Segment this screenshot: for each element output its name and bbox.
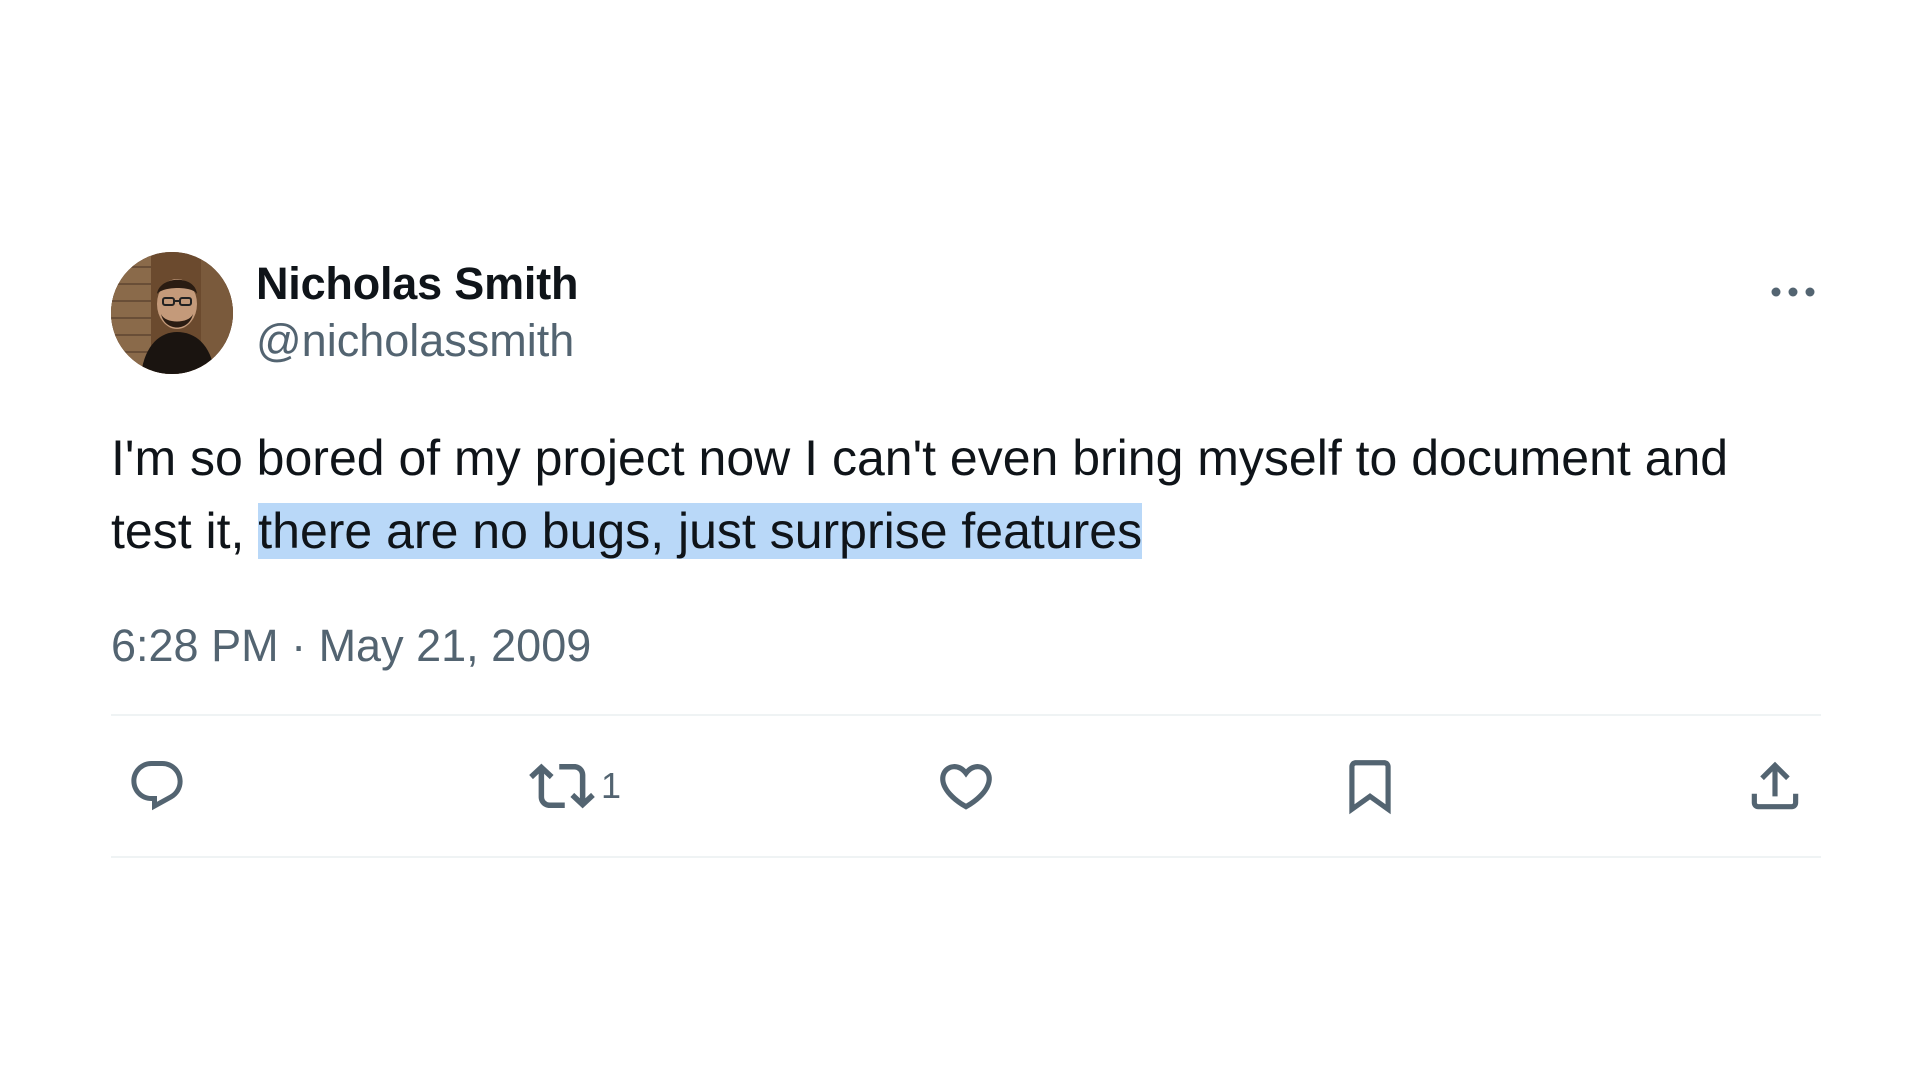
bookmark-icon — [1349, 760, 1391, 815]
author-display-name[interactable]: Nicholas Smith — [256, 256, 578, 312]
avatar[interactable] — [111, 252, 233, 374]
retweet-icon — [529, 763, 595, 809]
more-icon — [1771, 287, 1815, 297]
divider — [111, 856, 1821, 858]
reply-icon — [131, 761, 183, 811]
tweet-text-selected: there are no bugs, just surprise feature… — [258, 503, 1143, 559]
tweet-header: Nicholas Smith @nicholassmith — [111, 252, 1821, 374]
reply-button[interactable] — [127, 756, 187, 816]
share-button[interactable] — [1744, 756, 1806, 816]
share-icon — [1751, 761, 1799, 810]
tweet-card: Nicholas Smith @nicholassmith I'm so bor… — [111, 252, 1821, 858]
author-block: Nicholas Smith @nicholassmith — [256, 256, 578, 370]
tweet-timestamp: 6:28 PM · May 21, 2009 — [111, 618, 1821, 674]
more-options-button[interactable] — [1765, 272, 1821, 312]
retweet-count: 1 — [601, 765, 622, 806]
retweet-button[interactable]: 1 — [529, 756, 621, 816]
timestamp-link[interactable]: 6:28 PM · May 21, 2009 — [111, 620, 591, 671]
bookmark-button[interactable] — [1339, 756, 1401, 816]
heart-icon — [940, 764, 992, 810]
like-button[interactable] — [935, 756, 997, 816]
author-handle[interactable]: @nicholassmith — [256, 312, 578, 370]
action-bar: 1 — [111, 716, 1821, 856]
tweet-text: I'm so bored of my project now I can't e… — [111, 422, 1821, 568]
